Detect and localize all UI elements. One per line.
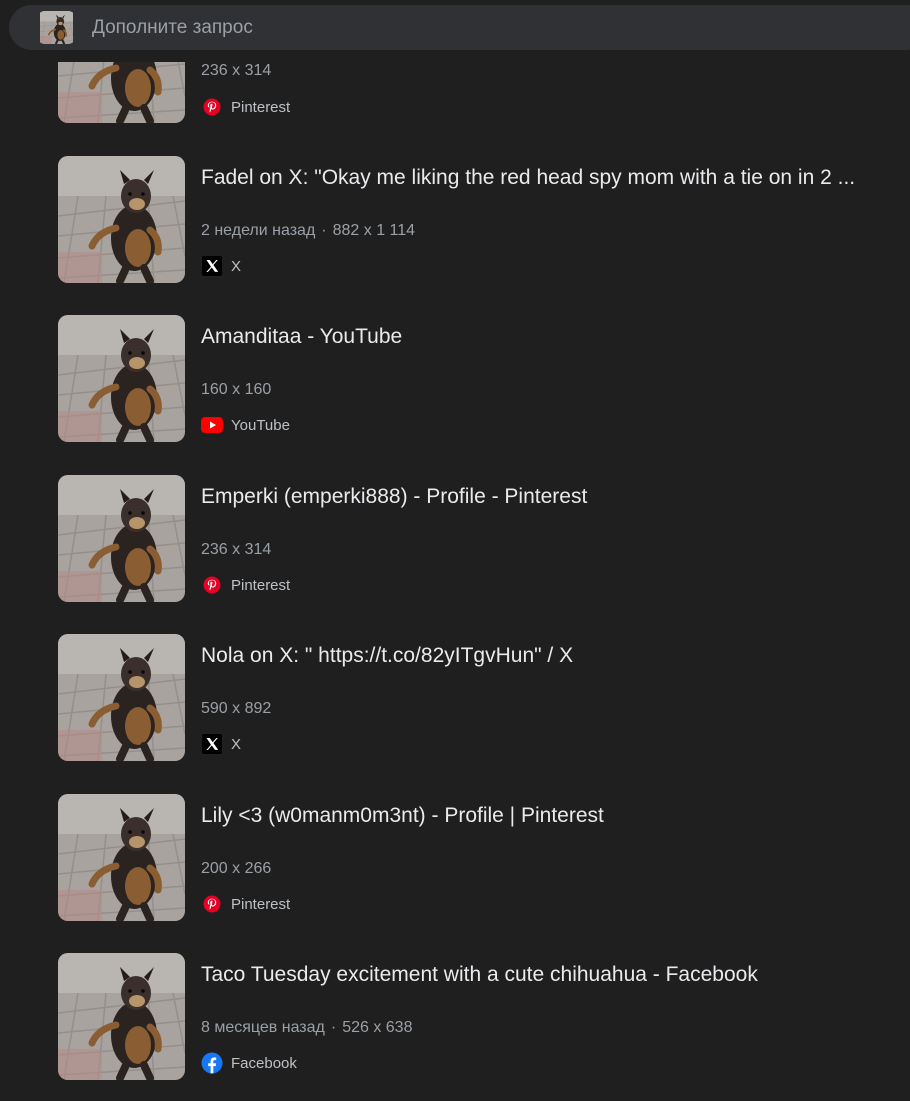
result-time: 2 недели назад	[201, 222, 316, 239]
source-label: Facebook	[231, 1054, 297, 1072]
result-source[interactable]: YouTube	[201, 413, 290, 437]
pinterest-icon	[201, 574, 223, 596]
result-item[interactable]: Amanditaa - YouTube 160 x 160 YouTube	[0, 315, 910, 443]
dog-photo	[58, 794, 185, 921]
result-title[interactable]: Emperki (emperki888) - Profile - Pintere…	[201, 485, 901, 509]
dog-photo	[58, 315, 185, 442]
result-title[interactable]: Taco Tuesday excitement with a cute chih…	[201, 963, 901, 987]
result-meta: 590 x 892	[201, 700, 271, 718]
result-size: 236 x 314	[201, 62, 272, 79]
result-thumbnail[interactable]	[58, 953, 185, 1080]
result-item[interactable]: Taco Tuesday excitement with a cute chih…	[0, 953, 910, 1081]
result-size: 200 x 266	[201, 860, 272, 877]
result-source[interactable]: Facebook	[201, 1051, 297, 1075]
x-icon	[201, 255, 223, 277]
result-title[interactable]: Lily <3 (w0manm0m3nt) - Profile | Pinter…	[201, 804, 901, 828]
result-size: 160 x 160	[201, 381, 272, 398]
source-label: X	[231, 257, 242, 275]
result-title[interactable]: Fadel on X: "Okay me liking the red head…	[201, 166, 901, 190]
search-box[interactable]: Дополните запрос	[9, 5, 910, 50]
result-item[interactable]: Fadel on X: "Okay me liking the red head…	[0, 156, 910, 284]
result-meta: 8 месяцев назад · 526 x 638	[201, 1019, 413, 1036]
facebook-icon	[201, 1052, 223, 1074]
source-label: YouTube	[231, 416, 290, 434]
source-label: X	[231, 735, 242, 753]
result-title[interactable]: Amanditaa - YouTube	[201, 325, 901, 349]
source-label: Pinterest	[231, 895, 291, 913]
result-item[interactable]: Nola on X: " https://t.co/82yITgvHun" / …	[0, 634, 910, 762]
query-image-thumbnail[interactable]	[37, 11, 76, 44]
search-input[interactable]: Дополните запрос	[92, 17, 253, 39]
result-item[interactable]: Emperki (emperki888) - Profile - Pintere…	[0, 475, 910, 603]
result-meta: 236 x 314	[201, 62, 271, 80]
result-source[interactable]: X	[201, 732, 241, 756]
dog-photo	[58, 475, 185, 602]
result-source[interactable]: Pinterest	[201, 892, 290, 916]
dog-photo	[38, 11, 75, 44]
result-meta: 2 недели назад · 882 x 1 114	[201, 222, 416, 239]
search-header: Дополните запрос	[0, 0, 910, 62]
result-meta: 236 x 314	[201, 541, 271, 559]
result-source[interactable]: Pinterest	[201, 573, 290, 597]
result-source[interactable]: X	[201, 254, 241, 278]
source-label: Pinterest	[231, 576, 291, 594]
result-meta: 160 x 160	[201, 381, 271, 399]
dog-photo	[58, 634, 185, 761]
pinterest-icon	[201, 96, 223, 118]
result-size: 236 x 314	[201, 541, 272, 558]
result-thumbnail[interactable]	[58, 156, 185, 283]
result-thumbnail[interactable]	[58, 634, 185, 761]
youtube-icon	[201, 414, 223, 436]
result-thumbnail[interactable]	[58, 794, 185, 921]
result-size: 590 x 892	[201, 700, 272, 717]
result-thumbnail[interactable]	[58, 315, 185, 442]
pinterest-icon	[201, 893, 223, 915]
result-size: 526 x 638	[342, 1019, 413, 1036]
result-source[interactable]: Pinterest	[201, 95, 290, 119]
dog-photo	[58, 156, 185, 283]
results-list: 236 x 314 Pinterest Fadel on X: "Okay me…	[0, 0, 910, 1101]
result-thumbnail[interactable]	[58, 475, 185, 602]
source-label: Pinterest	[231, 98, 291, 116]
result-size: 882 x 1 114	[332, 222, 416, 239]
result-item[interactable]: Lily <3 (w0manm0m3nt) - Profile | Pinter…	[0, 794, 910, 922]
result-title[interactable]: Nola on X: " https://t.co/82yITgvHun" / …	[201, 644, 901, 668]
x-icon	[201, 733, 223, 755]
result-meta: 200 x 266	[201, 860, 271, 878]
result-time: 8 месяцев назад	[201, 1019, 325, 1036]
dog-photo	[58, 953, 185, 1080]
